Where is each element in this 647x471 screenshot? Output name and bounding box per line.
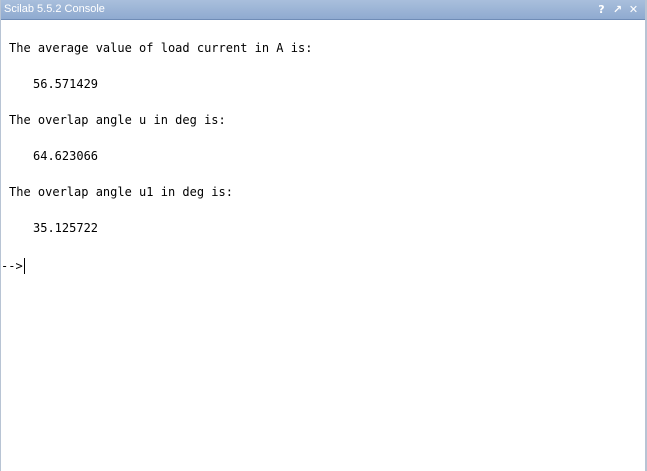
output-label-overlap-angle-u: The overlap angle u in deg is: xyxy=(9,113,226,127)
text-cursor xyxy=(23,258,25,274)
undock-icon[interactable]: ↗ xyxy=(611,2,624,17)
command-prompt-line[interactable]: --> xyxy=(1,258,25,274)
command-prompt: --> xyxy=(1,259,23,273)
output-value-overlap-angle-u: 64.623066 xyxy=(33,149,99,163)
close-icon[interactable]: ✕ xyxy=(627,2,640,17)
output-label-overlap-angle-u1: The overlap angle u1 in deg is: xyxy=(9,185,233,199)
title-bar[interactable]: Scilab 5.5.2 Console ? ↗ ✕ xyxy=(1,0,645,20)
output-value-overlap-angle-u1: 35.125722 xyxy=(33,221,99,235)
scilab-console-window: Scilab 5.5.2 Console ? ↗ ✕ The average v… xyxy=(0,0,647,471)
console-output-area[interactable]: The average value of load current in A i… xyxy=(1,21,645,471)
output-label-average-load-current: The average value of load current in A i… xyxy=(9,41,313,55)
output-value-average-load-current: 56.571429 xyxy=(33,77,99,91)
title-bar-buttons: ? ↗ ✕ xyxy=(595,2,640,17)
help-icon[interactable]: ? xyxy=(595,2,608,17)
window-title: Scilab 5.5.2 Console xyxy=(4,3,105,15)
